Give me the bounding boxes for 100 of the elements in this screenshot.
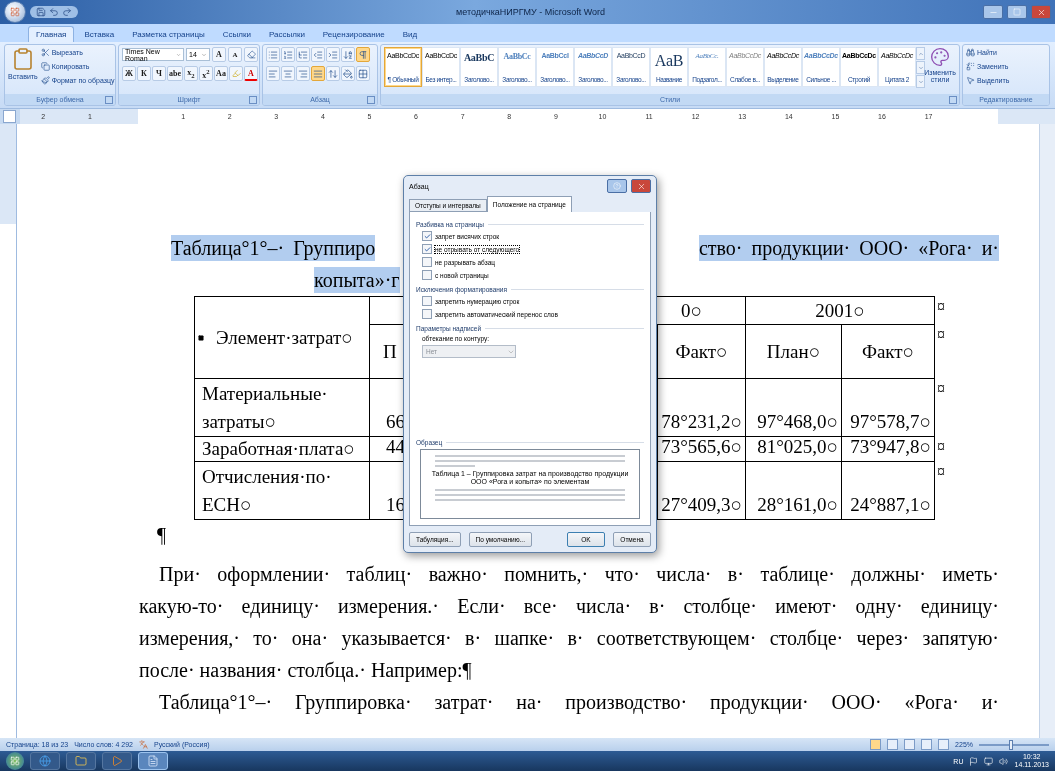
style-preview: AaB [654, 52, 684, 70]
paintbrush-icon [40, 76, 50, 85]
caption-text: копыта»·г [314, 267, 400, 293]
minimize-button[interactable] [983, 5, 1003, 19]
copy-icon [40, 62, 50, 71]
binoculars-icon [966, 48, 975, 57]
ribbon-tab[interactable]: Рассылки [260, 26, 313, 42]
help-button[interactable] [607, 179, 627, 193]
numbered-list-icon [283, 49, 293, 60]
taskbar-app[interactable] [66, 752, 96, 770]
styles-icon [930, 47, 950, 67]
dropdown-icon [175, 51, 181, 58]
zoom-slider-thumb[interactable] [1008, 739, 1013, 750]
flag-icon [969, 756, 979, 766]
tab-selector[interactable] [3, 110, 16, 123]
taskbar-app[interactable] [102, 752, 132, 770]
dialog-launcher-icon[interactable] [367, 96, 375, 104]
checkbox[interactable] [422, 309, 432, 319]
align-right-icon [298, 68, 308, 79]
paragraph-mark: ¶ [157, 523, 167, 547]
borders-icon [358, 68, 368, 79]
vertical-scrollbar[interactable] [1039, 124, 1055, 738]
align-button[interactable] [266, 66, 280, 81]
ribbon-tab[interactable]: Разметка страницы [124, 26, 213, 42]
redo-icon [62, 7, 72, 17]
paragraph-button[interactable] [341, 47, 355, 62]
format-button[interactable]: Ч [152, 66, 166, 81]
paragraph-button[interactable] [311, 47, 325, 62]
help-icon [613, 182, 621, 190]
scroll-down-button[interactable] [916, 61, 925, 74]
format-button[interactable]: x$_{2}$ [184, 66, 198, 81]
body-text-line: При· оформлении· таблиц· важно· помнить,· что· числа· в· таблице· должны· иметь· [159, 562, 999, 586]
format-button[interactable]: Aa [214, 66, 228, 81]
align-button[interactable] [311, 66, 325, 81]
close-button[interactable] [631, 179, 651, 193]
paragraph-button[interactable] [326, 47, 340, 62]
maximize-button[interactable] [1007, 5, 1027, 19]
ribbon-tab[interactable]: Ссылки [214, 26, 259, 42]
paragraph-button[interactable] [266, 47, 280, 62]
checkbox[interactable] [422, 244, 432, 254]
align-button[interactable] [296, 66, 310, 81]
font-color-button[interactable]: A [244, 66, 258, 81]
paragraph-button[interactable] [296, 47, 310, 62]
ribbon-tab[interactable]: Главная [28, 26, 75, 42]
checkbox[interactable] [422, 257, 432, 267]
reading-view-icon[interactable] [887, 739, 899, 750]
clear-format-button[interactable] [244, 47, 258, 62]
dialog-launcher-icon[interactable] [249, 96, 257, 104]
close-icon [636, 181, 646, 191]
draft-view-icon[interactable] [938, 739, 950, 750]
checkbox[interactable] [422, 296, 432, 306]
shading-button[interactable] [341, 66, 355, 81]
format-button[interactable]: abe [167, 66, 183, 81]
dialog-launcher-icon[interactable] [105, 96, 113, 104]
highlight-button[interactable] [229, 66, 243, 81]
format-button[interactable]: Ж [122, 66, 136, 81]
table-cell: 2001○ [745, 296, 935, 325]
align-left-icon [268, 68, 278, 79]
ribbon-tab[interactable]: Рецензирование [314, 26, 393, 42]
bullet-list-icon [268, 49, 278, 60]
format-button[interactable]: x$^{2}$ [199, 66, 213, 81]
line-spacing-icon [328, 68, 338, 79]
start-button[interactable] [6, 752, 24, 770]
end-of-row-mark: ¤ [936, 325, 946, 345]
chevron-down-icon [917, 64, 924, 71]
taskbar-app[interactable] [138, 752, 168, 770]
borders-button[interactable] [356, 66, 370, 81]
end-of-row-mark: ¤ [936, 437, 946, 457]
increase-indent-icon [328, 49, 338, 60]
end-of-row-mark: ¤ [936, 462, 946, 482]
paragraph-button[interactable] [356, 47, 370, 62]
multilevel-list-icon [298, 49, 308, 60]
caption-text: Таблица°1°–· Группиро [171, 235, 376, 261]
checkbox[interactable] [422, 270, 432, 280]
align-justify-icon [313, 68, 323, 79]
dialog-launcher-icon[interactable] [949, 96, 957, 104]
print-layout-view-icon[interactable] [870, 739, 882, 750]
outline-view-icon[interactable] [921, 739, 933, 750]
grow-font-button[interactable]: A [212, 47, 226, 62]
ribbon-tab[interactable]: Вид [394, 26, 426, 42]
office-button[interactable] [4, 1, 26, 23]
taskbar-app[interactable] [30, 752, 60, 770]
align-button[interactable] [281, 66, 295, 81]
ribbon-tab[interactable]: Вставка [76, 26, 123, 42]
paint-bucket-icon [343, 68, 353, 79]
body-text-line: Таблица°1°–· Группировка· затрат· на· производство· продукции· ООО· «Рога· и· [159, 690, 999, 714]
paragraph-button[interactable] [281, 47, 295, 62]
play-icon [111, 755, 123, 767]
checkbox[interactable] [422, 231, 432, 241]
web-view-icon[interactable] [904, 739, 916, 750]
format-button[interactable]: К [137, 66, 151, 81]
restore-icon [1013, 8, 1021, 16]
pilcrow-icon [358, 49, 368, 60]
body-text-line: измерения,· то· она· указывается· в· шапке· в· соответствующем· столбце· через· запятую· [139, 626, 999, 650]
close-button[interactable] [1031, 5, 1051, 19]
network-icon [984, 756, 994, 766]
scroll-up-button[interactable] [916, 47, 925, 60]
more-button[interactable] [916, 75, 925, 88]
close-icon [1036, 7, 1046, 17]
line-spacing-button[interactable] [326, 66, 340, 81]
